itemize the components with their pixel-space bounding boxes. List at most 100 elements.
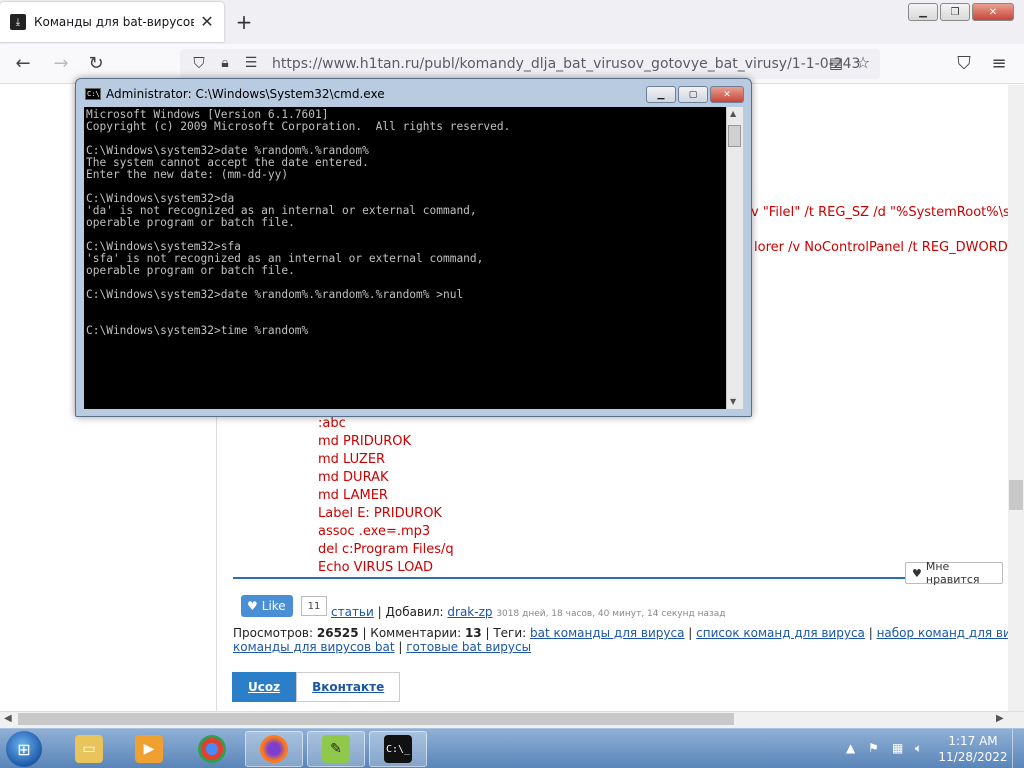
action-center-icon[interactable]: ⚑ bbox=[868, 741, 879, 755]
cmd-console-output[interactable]: Microsoft Windows [Version 6.1.7601] Cop… bbox=[84, 107, 726, 409]
cmd-vertical-scrollbar[interactable] bbox=[726, 107, 743, 409]
tag-link[interactable]: команды для вирусов bat bbox=[233, 640, 395, 654]
cmd-window[interactable]: C:\ Administrator: C:\Windows\System32\c… bbox=[75, 78, 752, 417]
taskbar-firefox[interactable] bbox=[245, 731, 303, 767]
clock-date: 11/28/2022 bbox=[938, 750, 1008, 764]
browser-window-controls: ▁ ❐ ✕ bbox=[908, 3, 1014, 21]
network-icon[interactable]: ▦ bbox=[892, 741, 903, 755]
code-line: md PRIDUROK bbox=[318, 434, 412, 449]
console-line: Enter the new date: (mm-dd-yy) bbox=[86, 168, 289, 181]
share-tabs: Ucoz Вконтакте bbox=[232, 672, 401, 702]
show-desktop-button[interactable] bbox=[1012, 729, 1024, 768]
back-icon[interactable]: ← bbox=[12, 54, 34, 74]
tab-title: Команды для bat-вирусов / Го bbox=[34, 15, 194, 29]
minimize-button[interactable]: ▁ bbox=[908, 3, 938, 21]
cmd-close-button[interactable]: ✕ bbox=[710, 86, 744, 103]
fb-like-label: Like bbox=[261, 599, 286, 613]
cmd-titlebar[interactable]: C:\ Administrator: C:\Windows\System32\c… bbox=[76, 79, 751, 107]
tab-vkontakte[interactable]: Вконтакте bbox=[296, 672, 401, 702]
cmd-scroll-down-icon[interactable]: ▼ bbox=[730, 397, 736, 406]
tag-link[interactable]: bat команды для вируса bbox=[530, 626, 684, 640]
notepad-plus-icon: ✎ bbox=[322, 735, 350, 763]
code-line: Label E: PRIDUROK bbox=[318, 506, 442, 521]
tag-link[interactable]: набор команд для вируса в б bbox=[877, 626, 1024, 640]
windows-taskbar: ⊞ ▭ ▶ ✎ C:\_ ▲ ⚑ ▦ 🔈︎ 1:17 AM 11/28/2022 bbox=[0, 728, 1024, 768]
reader-view-icon[interactable]: ▤ bbox=[825, 53, 847, 73]
console-line: operable program or batch file. bbox=[86, 264, 295, 277]
chrome-icon bbox=[198, 735, 226, 763]
close-window-button[interactable]: ✕ bbox=[972, 3, 1014, 21]
code-fragment-line: v "FileI" /t REG_SZ /d "%SystemRoot%\s bbox=[751, 205, 1010, 220]
browser-tab-bar: ⤓ Команды для bat-вирусов / Го ✕ + ▁ ❐ ✕ bbox=[0, 0, 1024, 44]
cmd-taskbar-icon: C:\_ bbox=[384, 735, 412, 763]
permissions-icon[interactable]: ☰ bbox=[240, 53, 262, 73]
page-horizontal-scroll-thumb[interactable] bbox=[18, 713, 734, 725]
comments-count: 13 bbox=[464, 626, 482, 640]
code-line: md LAMER bbox=[318, 488, 388, 503]
category-link[interactable]: статьи bbox=[331, 605, 374, 619]
reload-icon[interactable]: ↻ bbox=[85, 54, 107, 74]
code-line: Echo VIRUS LOAD bbox=[318, 560, 434, 575]
start-button[interactable]: ⊞ bbox=[6, 731, 42, 767]
tab-close-icon[interactable]: ✕ bbox=[198, 13, 216, 31]
page-vertical-scrollbar[interactable] bbox=[1008, 85, 1024, 711]
views-label: Просмотров: bbox=[233, 626, 314, 640]
code-fragment-line: lorer /v NoControlPanel /t REG_DWORD / bbox=[754, 240, 1017, 255]
taskbar-cmd[interactable]: C:\_ bbox=[369, 731, 427, 767]
fb-like-button[interactable]: ♥ Like bbox=[241, 595, 293, 617]
site-favicon-icon: ⤓ bbox=[10, 14, 26, 30]
tags-label: | Теги: bbox=[485, 626, 527, 640]
taskbar-notepad-plus[interactable]: ✎ bbox=[307, 731, 365, 767]
heart-icon: ♥ bbox=[912, 566, 922, 580]
cmd-window-title: Administrator: C:\Windows\System32\cmd.e… bbox=[106, 87, 385, 101]
menu-icon[interactable]: ≡ bbox=[988, 54, 1010, 74]
firefox-icon bbox=[260, 735, 288, 763]
cmd-minimize-button[interactable]: ▁ bbox=[646, 86, 676, 103]
like-label: Мне нравится bbox=[925, 560, 980, 586]
divider bbox=[233, 577, 1003, 579]
author-link[interactable]: drak-zp bbox=[447, 605, 492, 619]
pocket-icon[interactable]: ⛉ bbox=[953, 54, 975, 74]
new-tab-button[interactable]: + bbox=[234, 10, 254, 34]
system-clock[interactable]: 1:17 AM 11/28/2022 bbox=[938, 733, 1008, 765]
tab-ucoz[interactable]: Ucoz bbox=[232, 672, 297, 702]
code-line: md DURAK bbox=[318, 470, 389, 485]
volume-icon[interactable]: 🔈︎ bbox=[915, 741, 922, 756]
cmd-scroll-thumb[interactable] bbox=[728, 125, 741, 147]
tag-link[interactable]: готовые bat вирусы bbox=[406, 640, 531, 654]
shield-icon[interactable]: ⛉ bbox=[188, 53, 210, 73]
url-bar[interactable]: ⛉ 🔒︎ ☰ https://www.h1tan.ru/publ/komandy… bbox=[180, 49, 880, 79]
media-player-icon: ▶ bbox=[135, 735, 163, 763]
added-label: | Добавил: bbox=[377, 605, 444, 619]
console-line: Copyright (c) 2009 Microsoft Corporation… bbox=[86, 120, 511, 133]
article-stats-line: Просмотров: 26525 | Комментарии: 13 | Те… bbox=[233, 626, 1024, 640]
folder-icon: ▭ bbox=[75, 735, 103, 763]
like-button[interactable]: ♥ Мне нравится bbox=[905, 560, 1003, 586]
cmd-window-controls: ▁ ▢ ✕ bbox=[646, 86, 744, 103]
code-line: md LUZER bbox=[318, 452, 386, 467]
forward-icon[interactable]: → bbox=[50, 54, 72, 74]
bookmark-star-icon[interactable]: ☆ bbox=[852, 53, 874, 73]
time-ago: 3018 дней, 18 часов, 40 минут, 14 секунд… bbox=[496, 609, 726, 619]
taskbar-media-player[interactable]: ▶ bbox=[120, 731, 178, 767]
url-text[interactable]: https://www.h1tan.ru/publ/komandy_dlja_b… bbox=[272, 56, 860, 72]
taskbar-chrome[interactable] bbox=[183, 731, 241, 767]
scroll-left-icon[interactable]: ◀ bbox=[4, 713, 12, 724]
page-vertical-scroll-thumb[interactable] bbox=[1009, 480, 1023, 510]
scroll-right-icon[interactable]: ▶ bbox=[996, 713, 1004, 724]
restore-button[interactable]: ❐ bbox=[940, 3, 970, 21]
browser-tab-active[interactable]: ⤓ Команды для bat-вирусов / Го ✕ bbox=[0, 2, 224, 42]
show-hidden-icons-icon[interactable]: ▲ bbox=[846, 741, 855, 755]
clock-time: 1:17 AM bbox=[948, 734, 998, 748]
lock-icon[interactable]: 🔒︎ bbox=[214, 53, 236, 73]
taskbar-explorer[interactable]: ▭ bbox=[60, 731, 118, 767]
cmd-maximize-button[interactable]: ▢ bbox=[678, 86, 708, 103]
cmd-scroll-up-icon[interactable]: ▲ bbox=[730, 109, 736, 118]
console-line: operable program or batch file. bbox=[86, 216, 295, 229]
cmd-app-icon: C:\ bbox=[85, 88, 101, 100]
tag-link[interactable]: список команд для вируса bbox=[696, 626, 865, 640]
code-line: del c:Program Files/q bbox=[318, 542, 454, 557]
fb-like-count: 11 bbox=[301, 596, 327, 616]
code-line: assoc .exe=.mp3 bbox=[318, 524, 431, 539]
